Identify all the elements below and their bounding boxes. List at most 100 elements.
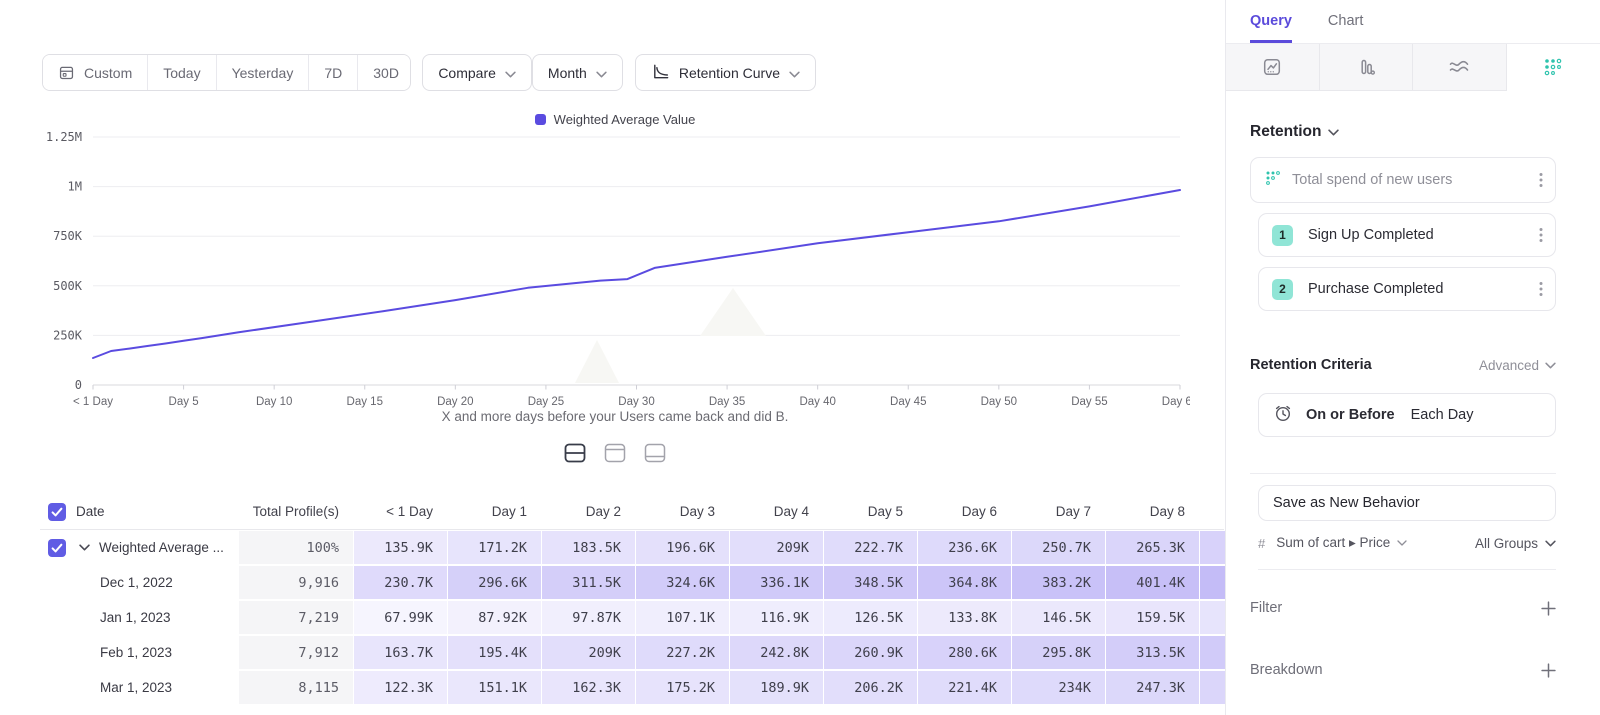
row-label: Jan 1, 2023 (40, 601, 238, 634)
range-custom[interactable]: Custom (43, 55, 147, 90)
svg-text:Day 55: Day 55 (1071, 396, 1107, 408)
table-row[interactable]: Feb 1, 20237,912163.7K195.4K209K227.2K24… (40, 636, 1224, 669)
retention-value-cell: 159.5K (1106, 601, 1199, 634)
retention-value-cell: 151.1K (448, 671, 541, 704)
compare-label: Compare (438, 65, 496, 81)
compare-button[interactable]: Compare (422, 54, 532, 91)
table-only-view-toggle-button[interactable] (637, 436, 673, 470)
chart-type-button[interactable]: Retention Curve (635, 54, 816, 91)
range-7d[interactable]: 7D (308, 55, 357, 90)
funnels-icon[interactable] (1320, 44, 1414, 91)
retention-value-cell: 206.2K (824, 671, 917, 704)
kebab-menu-icon[interactable] (1539, 227, 1543, 243)
flows-icon[interactable] (1413, 44, 1507, 91)
retention-curve-chart[interactable]: 0250K500K750K1M1.25M < 1 DayDay 5Day 10D… (30, 128, 1190, 410)
table-row[interactable]: Mar 1, 20238,115122.3K151.1K162.3K175.2K… (40, 671, 1224, 704)
x-axis-labels: < 1 DayDay 5Day 10Day 15Day 20Day 25Day … (73, 396, 1190, 408)
save-as-new-behavior-button[interactable]: Save as New Behavior (1258, 485, 1556, 521)
kebab-menu-icon[interactable] (1539, 281, 1543, 297)
svg-text:Day 60: Day 60 (1162, 396, 1190, 408)
row-checkbox[interactable] (48, 539, 66, 557)
retention-value-cell: 401.4K (1106, 566, 1199, 599)
retention-value-cell: 336.1K (730, 566, 823, 599)
table-header-date: Date (40, 494, 238, 529)
retention-value-cell: 87.92K (448, 601, 541, 634)
retention-value-cell: 162.3K (542, 671, 635, 704)
retention-value-cell: 280.6K (918, 636, 1011, 669)
x-axis-ticks (93, 385, 1180, 390)
behavior-steps: 1Sign Up Completed 2Purchase Completed (1250, 213, 1556, 311)
svg-text:1M: 1M (68, 180, 82, 194)
report-type-header[interactable]: Retention (1250, 123, 1556, 141)
behavior-title: Total spend of new users (1292, 172, 1452, 188)
retention-value-cell: 189.9K (730, 671, 823, 704)
retention-value-cell: 163.7K (354, 636, 447, 669)
retention-value-cell: 227.2K (636, 636, 729, 669)
criteria-condition-card[interactable]: On or Before Each Day (1258, 393, 1556, 437)
table-row[interactable]: Dec 1, 20229,916230.7K296.6K311.5K324.6K… (40, 566, 1224, 599)
criteria-window-label: Each Day (1411, 407, 1474, 423)
column-header: Day 5 (824, 494, 917, 529)
divider (1250, 473, 1556, 474)
retention-value-cell: 311.5K (542, 566, 635, 599)
granularity-label: Month (548, 65, 587, 81)
chart-only-view-toggle-button[interactable] (597, 436, 633, 470)
range-yesterday[interactable]: Yesterday (216, 55, 309, 90)
sidebar-body: Retention Total spend of new users 1Sign… (1226, 123, 1600, 678)
range-30d[interactable]: 30D (357, 55, 411, 90)
section-breakdown: Breakdown (1250, 662, 1556, 678)
query-sidebar: Query Chart Retention Total spend of new… (1225, 0, 1600, 715)
split-view-toggle-button[interactable] (557, 436, 593, 470)
chevron-down-icon (789, 65, 800, 81)
retention-value-cell: 107.1K (636, 601, 729, 634)
behavior-card[interactable]: Total spend of new users (1250, 157, 1556, 203)
retention-value-cell: 97.87K (542, 601, 635, 634)
select-all-checkbox[interactable] (48, 503, 66, 521)
table-row[interactable]: Jan 1, 20237,21967.99K87.92K97.87K107.1K… (40, 601, 1224, 634)
row-expand-caret-icon[interactable] (79, 544, 90, 551)
insights-icon[interactable] (1226, 44, 1320, 91)
chevron-down-icon (1328, 123, 1339, 141)
row-label: Mar 1, 2023 (40, 671, 238, 704)
row-label: Feb 1, 2023 (40, 636, 238, 669)
retention-value-cell: 171.2K (448, 531, 541, 564)
behavior-step[interactable]: 2Purchase Completed (1258, 267, 1556, 311)
column-header: < 1 Day (354, 494, 447, 529)
behavior-step[interactable]: 1Sign Up Completed (1258, 213, 1556, 257)
kebab-menu-icon[interactable] (1539, 172, 1543, 188)
retention-value-cell: 135.9K (354, 531, 447, 564)
date-column-header: Date (76, 504, 105, 519)
table-header-row: DateTotal Profile(s)< 1 DayDay 1Day 2Day… (40, 494, 1224, 530)
retention-icon[interactable] (1507, 44, 1600, 91)
svg-text:Day 20: Day 20 (437, 396, 473, 408)
tab-query[interactable]: Query (1250, 0, 1292, 43)
column-header: Total Profile(s) (239, 494, 353, 529)
chart-type-label: Retention Curve (679, 65, 780, 81)
total-profiles-cell: 7,219 (239, 601, 353, 634)
split-view-icon (563, 442, 587, 464)
tab-chart[interactable]: Chart (1328, 0, 1363, 43)
measure-property-dropdown[interactable]: Sum of cart ▸ Price (1276, 535, 1407, 551)
column-header: Day 7 (1012, 494, 1105, 529)
add-filter-button[interactable] (1541, 601, 1556, 616)
group-by-dropdown[interactable]: All Groups (1475, 536, 1556, 551)
chevron-down-icon (1545, 540, 1556, 547)
retention-value-cell: 122.3K (354, 671, 447, 704)
granularity-button[interactable]: Month (532, 54, 623, 91)
table-row[interactable]: Weighted Average ...100%135.9K171.2K183.… (40, 531, 1224, 564)
retention-value-cell: 295.8K (1012, 636, 1105, 669)
chart-only-view-icon (603, 442, 627, 464)
range-today[interactable]: Today (147, 55, 215, 90)
report-toolbar: CustomTodayYesterday7D30D3M6M12MXTD Comp… (42, 54, 816, 91)
retention-curve-icon (651, 62, 670, 84)
measure-property-label: Sum of cart ▸ Price (1276, 535, 1390, 551)
chevron-down-icon (1545, 362, 1556, 369)
svg-text:1.25M: 1.25M (46, 130, 82, 144)
criteria-mode-dropdown[interactable]: Advanced (1479, 358, 1556, 373)
retention-value-cell: 260.9K (824, 636, 917, 669)
retention-value-cell: 126.5K (824, 601, 917, 634)
add-breakdown-button[interactable] (1541, 663, 1556, 678)
step-event-label: Purchase Completed (1308, 281, 1443, 297)
step-event-label: Sign Up Completed (1308, 227, 1434, 243)
column-header: Day 6 (918, 494, 1011, 529)
